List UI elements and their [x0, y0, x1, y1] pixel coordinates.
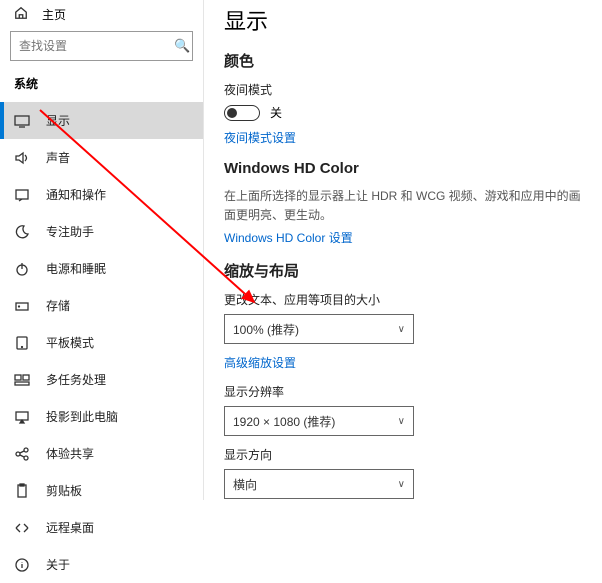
sidebar-item-label: 电源和睡眠 — [46, 260, 106, 277]
sidebar-item-display[interactable]: 显示 — [0, 102, 203, 139]
section-hdr: Windows HD Color — [224, 160, 582, 177]
tablet-icon — [14, 335, 30, 351]
sidebar-item-multitask[interactable]: 多任务处理 — [0, 361, 203, 398]
orientation-label: 显示方向 — [224, 446, 582, 463]
monitor-icon — [14, 113, 30, 129]
night-mode-link[interactable]: 夜间模式设置 — [224, 129, 582, 146]
sidebar-item-tablet[interactable]: 平板模式 — [0, 324, 203, 361]
remote-icon — [14, 520, 30, 536]
sidebar-item-power[interactable]: 电源和睡眠 — [0, 250, 203, 287]
sidebar-item-label: 投影到此电脑 — [46, 408, 118, 425]
sidebar: 主页 🔍 系统 显示 声音 通知和操作 专注助手 电源和睡眠 存储 平板模式 多… — [0, 0, 204, 500]
chevron-down-icon: ∨ — [398, 324, 405, 335]
section-scale: 缩放与布局 — [224, 260, 582, 281]
section-color: 颜色 — [224, 50, 582, 71]
resolution-label: 显示分辨率 — [224, 383, 582, 400]
home-icon — [14, 6, 28, 23]
sidebar-item-label: 声音 — [46, 149, 70, 166]
sidebar-nav: 显示 声音 通知和操作 专注助手 电源和睡眠 存储 平板模式 多任务处理 投影到… — [0, 102, 203, 583]
project-icon — [14, 409, 30, 425]
search-box[interactable]: 🔍 — [10, 31, 193, 61]
sidebar-item-label: 体验共享 — [46, 445, 94, 462]
night-mode-row: 关 — [224, 104, 582, 121]
search-wrap: 🔍 — [0, 31, 203, 71]
info-icon — [14, 557, 30, 573]
sound-icon — [14, 150, 30, 166]
scale-select[interactable]: 100% (推荐) ∨ — [224, 314, 414, 344]
hdr-link[interactable]: Windows HD Color 设置 — [224, 229, 582, 246]
orientation-value: 横向 — [233, 476, 257, 493]
page-title: 显示 — [224, 4, 582, 36]
storage-icon — [14, 298, 30, 314]
sidebar-item-label: 存储 — [46, 297, 70, 314]
resolution-value: 1920 × 1080 (推荐) — [233, 413, 335, 430]
chevron-down-icon: ∨ — [398, 479, 405, 490]
multitask-icon — [14, 372, 30, 388]
sidebar-category: 系统 — [0, 71, 203, 102]
resolution-select[interactable]: 1920 × 1080 (推荐) ∨ — [224, 406, 414, 436]
sidebar-item-storage[interactable]: 存储 — [0, 287, 203, 324]
chevron-down-icon: ∨ — [398, 416, 405, 427]
night-mode-label: 夜间模式 — [224, 81, 582, 98]
sidebar-item-label: 剪贴板 — [46, 482, 82, 499]
scale-value: 100% (推荐) — [233, 321, 299, 338]
night-mode-state: 关 — [270, 104, 282, 121]
sidebar-item-label: 通知和操作 — [46, 186, 106, 203]
sidebar-item-sound[interactable]: 声音 — [0, 139, 203, 176]
sidebar-item-label: 多任务处理 — [46, 371, 106, 388]
sidebar-item-label: 平板模式 — [46, 334, 94, 351]
share-icon — [14, 446, 30, 462]
search-icon: 🔍 — [174, 38, 190, 54]
power-icon — [14, 261, 30, 277]
scale-label: 更改文本、应用等项目的大小 — [224, 291, 582, 308]
moon-icon — [14, 224, 30, 240]
clipboard-icon — [14, 483, 30, 499]
sidebar-item-label: 专注助手 — [46, 223, 94, 240]
sidebar-item-label: 关于 — [46, 556, 70, 573]
sidebar-home-label: 主页 — [42, 6, 66, 23]
notification-icon — [14, 187, 30, 203]
search-input[interactable] — [19, 39, 174, 53]
sidebar-item-label: 显示 — [46, 112, 70, 129]
main-content: 显示 颜色 夜间模式 关 夜间模式设置 Windows HD Color 在上面… — [204, 0, 602, 500]
sidebar-item-projecting[interactable]: 投影到此电脑 — [0, 398, 203, 435]
night-mode-toggle[interactable] — [224, 105, 260, 121]
sidebar-item-clipboard[interactable]: 剪贴板 — [0, 472, 203, 509]
sidebar-item-about[interactable]: 关于 — [0, 546, 203, 583]
sidebar-home[interactable]: 主页 — [0, 0, 203, 31]
sidebar-item-label: 远程桌面 — [46, 519, 94, 536]
sidebar-item-shared[interactable]: 体验共享 — [0, 435, 203, 472]
sidebar-item-notifications[interactable]: 通知和操作 — [0, 176, 203, 213]
sidebar-item-focus[interactable]: 专注助手 — [0, 213, 203, 250]
advanced-scale-link[interactable]: 高级缩放设置 — [224, 354, 582, 371]
hdr-desc: 在上面所选择的显示器上让 HDR 和 WCG 视频、游戏和应用中的画面更明亮、更… — [224, 187, 582, 225]
sidebar-item-remote[interactable]: 远程桌面 — [0, 509, 203, 546]
orientation-select[interactable]: 横向 ∨ — [224, 469, 414, 499]
